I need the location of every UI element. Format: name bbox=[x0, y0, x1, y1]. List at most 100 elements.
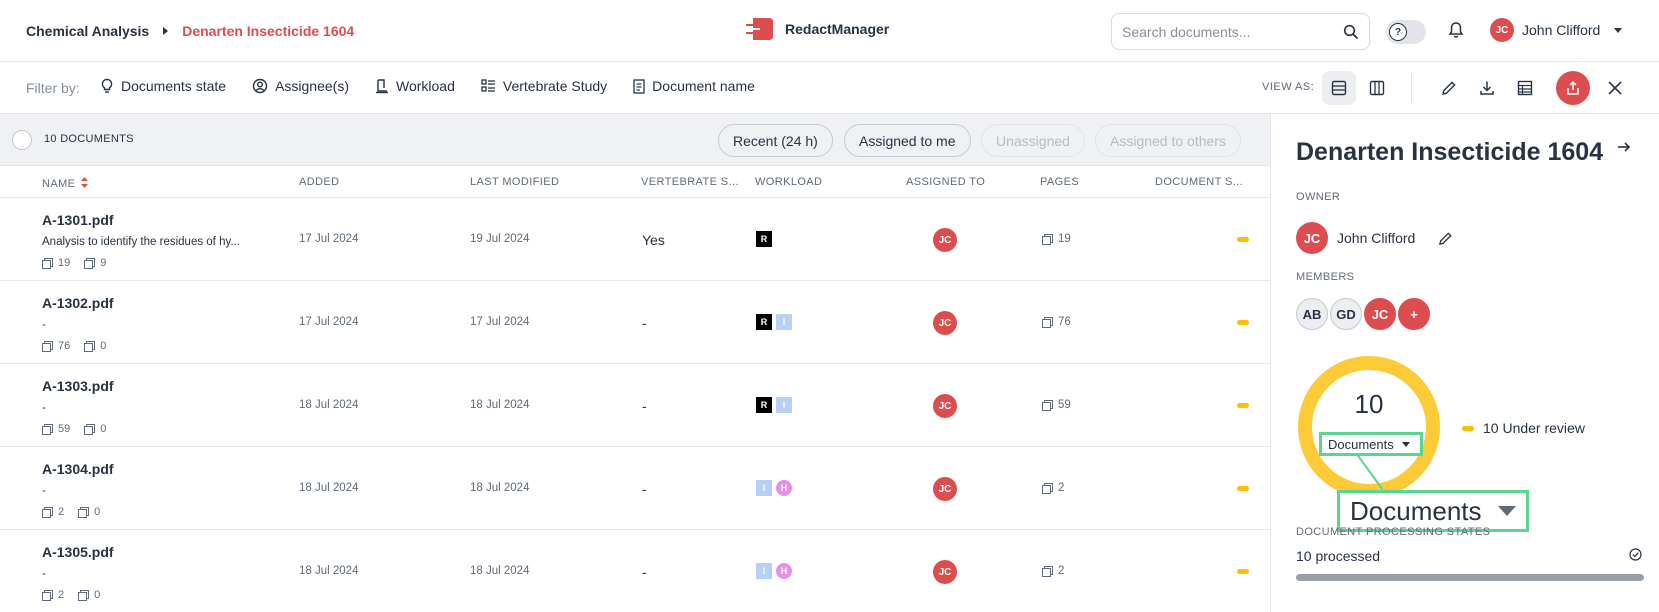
column-name[interactable]: NAME bbox=[42, 176, 89, 190]
notification-bell-icon[interactable] bbox=[1448, 21, 1464, 39]
search-icon[interactable] bbox=[1343, 24, 1359, 40]
file-description: - bbox=[42, 319, 46, 331]
page-count: 59 bbox=[1042, 399, 1071, 411]
chevron-down-icon bbox=[1614, 27, 1623, 33]
owner-avatar: JC bbox=[1296, 222, 1328, 254]
add-member-button[interactable]: + bbox=[1398, 298, 1430, 330]
assignee-avatar[interactable]: JC bbox=[933, 311, 957, 335]
workload-badges: R bbox=[756, 231, 772, 247]
filter-assignees[interactable]: Assignee(s) bbox=[252, 78, 349, 94]
member-avatar[interactable]: GD bbox=[1330, 298, 1362, 330]
table-row[interactable]: A-1303.pdf - 59 0 18 Jul 2024 18 Jul 202… bbox=[0, 364, 1270, 447]
file-description: Analysis to identify the residues of hy.… bbox=[42, 236, 240, 248]
filter-bar: Filter by: Documents state Assignee(s) W… bbox=[0, 62, 1659, 114]
member-avatar[interactable]: AB bbox=[1296, 298, 1328, 330]
app-logo[interactable]: RedactManager bbox=[745, 16, 889, 42]
close-button[interactable] bbox=[1598, 71, 1632, 105]
details-panel: Denarten Insecticide 1604 OWNER JC John … bbox=[1270, 114, 1659, 612]
donut-type-select[interactable]: Documents bbox=[1319, 432, 1423, 456]
chip-assigned-to-me[interactable]: Assigned to me bbox=[844, 124, 971, 157]
breadcrumb-current[interactable]: Denarten Insecticide 1604 bbox=[182, 23, 354, 39]
modified-date: 19 Jul 2024 bbox=[470, 233, 530, 245]
chip-assigned-to-others[interactable]: Assigned to others bbox=[1095, 124, 1241, 157]
pages-icon bbox=[42, 423, 53, 435]
assignee-avatar[interactable]: JC bbox=[933, 394, 957, 418]
filter-list: Documents state Assignee(s) Workload Ver… bbox=[100, 78, 755, 94]
export-button[interactable] bbox=[1556, 71, 1590, 105]
owner-name: John Clifford bbox=[1337, 230, 1416, 246]
file-name[interactable]: A-1301.pdf bbox=[42, 212, 114, 228]
modified-date: 18 Jul 2024 bbox=[470, 482, 530, 494]
meta-pages: 2 bbox=[58, 589, 65, 601]
status-under-review-badge bbox=[1237, 237, 1249, 242]
processing-count: 10 processed bbox=[1296, 548, 1381, 564]
download-button[interactable] bbox=[1470, 71, 1504, 105]
pages-value: 19 bbox=[1058, 233, 1071, 245]
upload-icon bbox=[1567, 80, 1579, 95]
filter-documents-state[interactable]: Documents state bbox=[100, 78, 226, 94]
added-date: 18 Jul 2024 bbox=[299, 399, 359, 411]
redact-logo-icon bbox=[746, 18, 773, 40]
pages-value: 76 bbox=[1058, 316, 1071, 328]
meta-files: 0 bbox=[94, 506, 101, 518]
filter-label-assignees: Assignee(s) bbox=[275, 78, 349, 94]
file-name[interactable]: A-1305.pdf bbox=[42, 544, 114, 560]
table-row[interactable]: A-1302.pdf - 76 0 17 Jul 2024 17 Jul 202… bbox=[0, 281, 1270, 364]
workload-hint-badge: H bbox=[776, 480, 792, 496]
filter-workload[interactable]: Workload bbox=[375, 78, 455, 94]
column-view-button[interactable] bbox=[1360, 71, 1394, 105]
assignee-avatar[interactable]: JC bbox=[933, 560, 957, 584]
donut-legend[interactable]: 10 Under review bbox=[1462, 420, 1585, 436]
document-count: 10 DOCUMENTS bbox=[44, 133, 134, 145]
file-name[interactable]: A-1303.pdf bbox=[42, 378, 114, 394]
list-view-button[interactable] bbox=[1322, 71, 1356, 105]
pages-icon bbox=[1042, 233, 1053, 245]
table-row[interactable]: A-1301.pdf Analysis to identify the resi… bbox=[0, 198, 1270, 281]
assignee-avatar[interactable]: JC bbox=[933, 228, 957, 252]
file-meta: 19 9 bbox=[42, 257, 106, 269]
column-added[interactable]: ADDED bbox=[299, 176, 340, 188]
status-under-review-badge bbox=[1237, 403, 1249, 408]
meta-pages: 76 bbox=[58, 340, 71, 352]
filter-label-workload: Workload bbox=[395, 78, 455, 94]
search-box[interactable]: Search documents... bbox=[1111, 13, 1370, 50]
file-description: - bbox=[42, 568, 46, 580]
arrow-right-icon[interactable] bbox=[1616, 140, 1632, 154]
column-last-modified[interactable]: LAST MODIFIED bbox=[470, 176, 559, 188]
column-workload[interactable]: WORKLOAD bbox=[755, 176, 822, 188]
under-review-legend-dot bbox=[1462, 425, 1474, 431]
file-name[interactable]: A-1302.pdf bbox=[42, 295, 114, 311]
table-row[interactable]: A-1304.pdf - 2 0 18 Jul 2024 18 Jul 2024… bbox=[0, 447, 1270, 530]
table-settings-button[interactable] bbox=[1508, 71, 1542, 105]
chip-recent[interactable]: Recent (24 h) bbox=[718, 124, 833, 157]
table-row[interactable]: A-1305.pdf - 2 0 18 Jul 2024 18 Jul 2024… bbox=[0, 530, 1270, 612]
filter-vertebrate-study[interactable]: Vertebrate Study bbox=[481, 78, 607, 94]
breadcrumb-parent[interactable]: Chemical Analysis bbox=[26, 23, 149, 39]
filter-document-name[interactable]: Document name bbox=[633, 78, 755, 94]
member-avatar[interactable]: JC bbox=[1364, 298, 1396, 330]
edit-owner-pencil-icon[interactable] bbox=[1438, 231, 1453, 246]
added-date: 17 Jul 2024 bbox=[299, 233, 359, 245]
workload-badges: R I bbox=[756, 314, 792, 330]
meta-pages: 19 bbox=[58, 257, 71, 269]
column-pages[interactable]: PAGES bbox=[1040, 176, 1079, 188]
user-menu[interactable]: JC John Clifford bbox=[1490, 18, 1623, 42]
close-icon bbox=[1608, 81, 1622, 95]
file-name[interactable]: A-1304.pdf bbox=[42, 461, 114, 477]
files-icon bbox=[78, 506, 90, 518]
column-document-state[interactable]: DOCUMENT S... bbox=[1155, 176, 1243, 188]
search-input[interactable]: Search documents... bbox=[1122, 24, 1343, 40]
help-mode-toggle[interactable]: ? bbox=[1386, 20, 1426, 44]
added-date: 18 Jul 2024 bbox=[299, 565, 359, 577]
column-view-icon bbox=[1369, 80, 1385, 96]
files-icon bbox=[84, 340, 96, 352]
user-name: John Clifford bbox=[1522, 22, 1601, 38]
chip-unassigned[interactable]: Unassigned bbox=[981, 124, 1085, 157]
edit-button[interactable] bbox=[1432, 71, 1466, 105]
assignee-avatar[interactable]: JC bbox=[933, 477, 957, 501]
column-vertebrate-study[interactable]: VERTEBRATE S... bbox=[641, 176, 739, 188]
column-assigned-to[interactable]: ASSIGNED TO bbox=[906, 176, 985, 188]
select-all-checkbox[interactable] bbox=[12, 130, 32, 150]
members-label: MEMBERS bbox=[1296, 271, 1355, 283]
meta-files: 0 bbox=[100, 423, 107, 435]
